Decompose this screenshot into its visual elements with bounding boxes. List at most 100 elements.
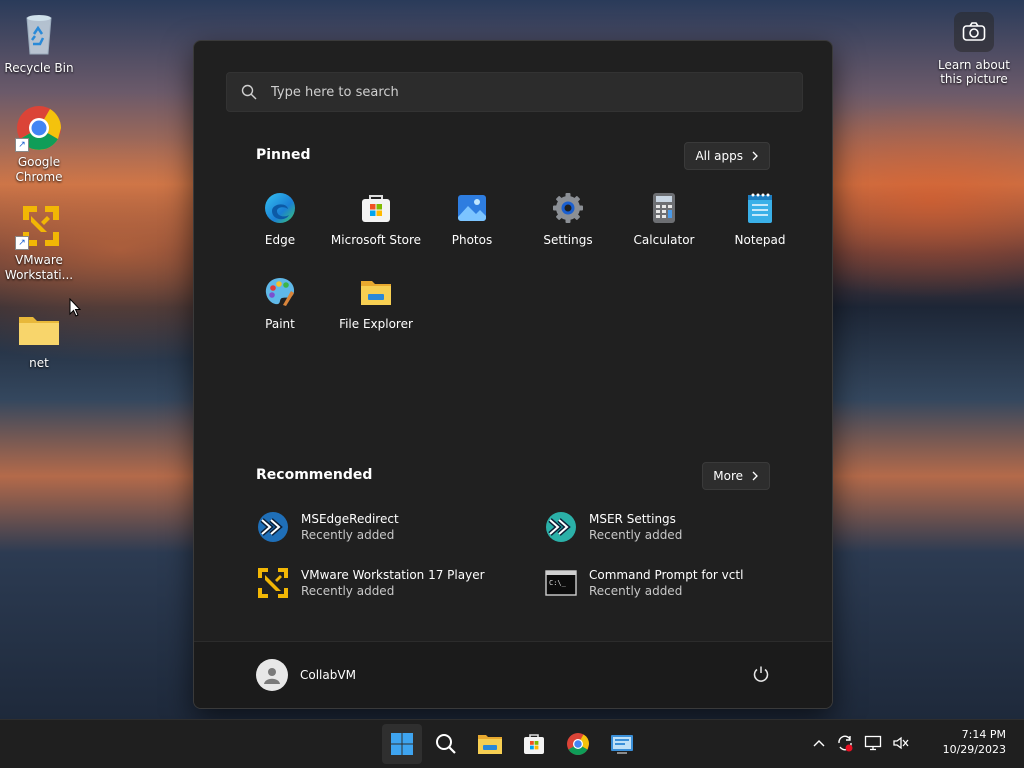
clock-time: 7:14 PM <box>961 728 1006 741</box>
clock-date: 10/29/2023 <box>942 743 1006 756</box>
learn-label: Learn about this picture <box>938 58 1010 86</box>
pinned-app-label: File Explorer <box>339 317 413 331</box>
taskbar-apps <box>382 724 642 764</box>
pinned-app-file-explorer[interactable]: File Explorer <box>328 265 424 335</box>
search-icon <box>436 734 456 754</box>
desktop-icon-vmware[interactable]: ↗ VMware Workstati... <box>3 202 75 283</box>
start-button[interactable] <box>382 724 422 764</box>
edge-icon <box>263 191 297 225</box>
notepad-icon <box>743 191 777 225</box>
pinned-app-paint[interactable]: Paint <box>232 265 328 335</box>
chrome-icon <box>567 733 589 755</box>
paint-icon <box>263 275 297 309</box>
desktop-icon-net-folder[interactable]: net <box>3 305 75 371</box>
all-apps-label: All apps <box>695 149 743 163</box>
windows-logo-icon <box>391 733 413 755</box>
desktop-icon-label: net <box>29 356 49 370</box>
volume-muted-icon[interactable] <box>892 735 910 751</box>
taskbar-search-button[interactable] <box>426 724 466 764</box>
learn-about-picture[interactable]: Learn about this picture <box>934 12 1014 86</box>
svg-text:C:\_: C:\_ <box>549 579 567 587</box>
recommended-name: Command Prompt for vctl <box>589 568 744 582</box>
pinned-app-microsoft-store[interactable]: Microsoft Store <box>328 181 424 251</box>
chrome-icon: ↗ <box>15 104 63 152</box>
pinned-app-label: Notepad <box>734 233 786 247</box>
settings-icon <box>551 191 585 225</box>
chevron-right-icon <box>752 151 758 161</box>
chevron-right-icon <box>752 471 758 481</box>
taskbar-microsoft-store[interactable] <box>514 724 554 764</box>
camera-icon <box>954 12 994 52</box>
start-menu-footer: CollabVM <box>194 641 832 708</box>
store-icon <box>359 191 393 225</box>
desktop-icon-label: VMware Workstati... <box>4 253 74 282</box>
vmware-icon <box>256 566 290 600</box>
search-icon <box>241 84 257 100</box>
recommended-sub: Recently added <box>301 584 395 598</box>
pinned-app-label: Edge <box>264 233 296 247</box>
pinned-app-photos[interactable]: Photos <box>424 181 520 251</box>
shortcut-arrow-icon: ↗ <box>15 236 29 250</box>
folder-icon <box>359 275 393 309</box>
recommended-item-command-prompt-vctl[interactable]: C:\_ Command Prompt for vctl Recently ad… <box>544 565 776 601</box>
system-tray <box>812 734 910 752</box>
recommended-item-msedgeredirect[interactable]: MSEdgeRedirect Recently added <box>256 509 544 545</box>
recommended-title: Recommended <box>256 467 373 483</box>
command-prompt-icon: C:\_ <box>544 566 578 600</box>
pinned-app-label: Photos <box>451 233 493 247</box>
mouse-cursor-icon <box>69 298 81 317</box>
pinned-app-label: Settings <box>543 233 593 247</box>
more-button[interactable]: More <box>702 462 770 490</box>
calculator-icon <box>647 191 681 225</box>
desktop-icon-label: Recycle Bin <box>4 61 74 75</box>
desktop-icon-recycle-bin[interactable]: Recycle Bin <box>3 10 75 76</box>
folder-icon <box>478 735 502 754</box>
recommended-name: MSER Settings <box>589 512 676 526</box>
user-account-button[interactable]: CollabVM <box>256 659 356 691</box>
recommended-list: MSEdgeRedirect Recently added MSER Setti… <box>256 509 776 601</box>
recommended-sub: Recently added <box>301 528 395 542</box>
taskbar: 7:14 PM 10/29/2023 <box>0 719 1024 768</box>
user-name: CollabVM <box>300 668 356 682</box>
recommended-sub: Recently added <box>589 584 683 598</box>
pinned-app-calculator[interactable]: Calculator <box>616 181 712 251</box>
store-icon <box>524 734 544 754</box>
recommended-name: MSEdgeRedirect <box>301 512 399 526</box>
start-search-box[interactable] <box>226 72 803 112</box>
desktop-icon-google-chrome[interactable]: ↗ Google Chrome <box>3 104 75 185</box>
mser-settings-icon <box>544 510 578 544</box>
msedgeredirect-icon <box>256 510 290 544</box>
sync-error-icon[interactable] <box>836 734 854 752</box>
recommended-name: VMware Workstation 17 Player <box>301 568 485 582</box>
taskbar-clock[interactable]: 7:14 PM 10/29/2023 <box>943 727 1006 757</box>
all-apps-button[interactable]: All apps <box>684 142 770 170</box>
shortcut-arrow-icon: ↗ <box>15 138 29 152</box>
recommended-sub: Recently added <box>589 528 683 542</box>
network-icon[interactable] <box>864 735 882 751</box>
pinned-app-label: Microsoft Store <box>330 233 422 247</box>
taskbar-chrome[interactable] <box>558 724 598 764</box>
photos-icon <box>455 191 489 225</box>
recycle-bin-icon <box>15 10 63 58</box>
vmware-icon: ↗ <box>15 202 63 250</box>
taskbar-remote-desktop[interactable] <box>602 724 642 764</box>
search-input[interactable] <box>269 83 773 101</box>
chevron-up-icon[interactable] <box>812 738 826 748</box>
pinned-app-notepad[interactable]: Notepad <box>712 181 808 251</box>
folder-icon <box>15 305 63 353</box>
pinned-title: Pinned <box>256 147 311 163</box>
start-menu: Pinned All apps Edge Microsoft Store Pho… <box>193 40 833 709</box>
user-avatar-icon <box>256 659 288 691</box>
pinned-app-settings[interactable]: Settings <box>520 181 616 251</box>
pinned-app-edge[interactable]: Edge <box>232 181 328 251</box>
pinned-apps-grid: Edge Microsoft Store Photos Settings Cal… <box>232 181 808 335</box>
recommended-item-vmware-player[interactable]: VMware Workstation 17 Player Recently ad… <box>256 565 544 601</box>
recommended-item-mser-settings[interactable]: MSER Settings Recently added <box>544 509 776 545</box>
remote-desktop-icon <box>611 735 633 754</box>
more-label: More <box>713 469 743 483</box>
pinned-app-label: Paint <box>265 317 295 331</box>
taskbar-file-explorer[interactable] <box>470 724 510 764</box>
power-icon[interactable] <box>752 665 770 683</box>
pinned-app-label: Calculator <box>633 233 695 247</box>
desktop-icon-label: Google Chrome <box>15 155 63 184</box>
